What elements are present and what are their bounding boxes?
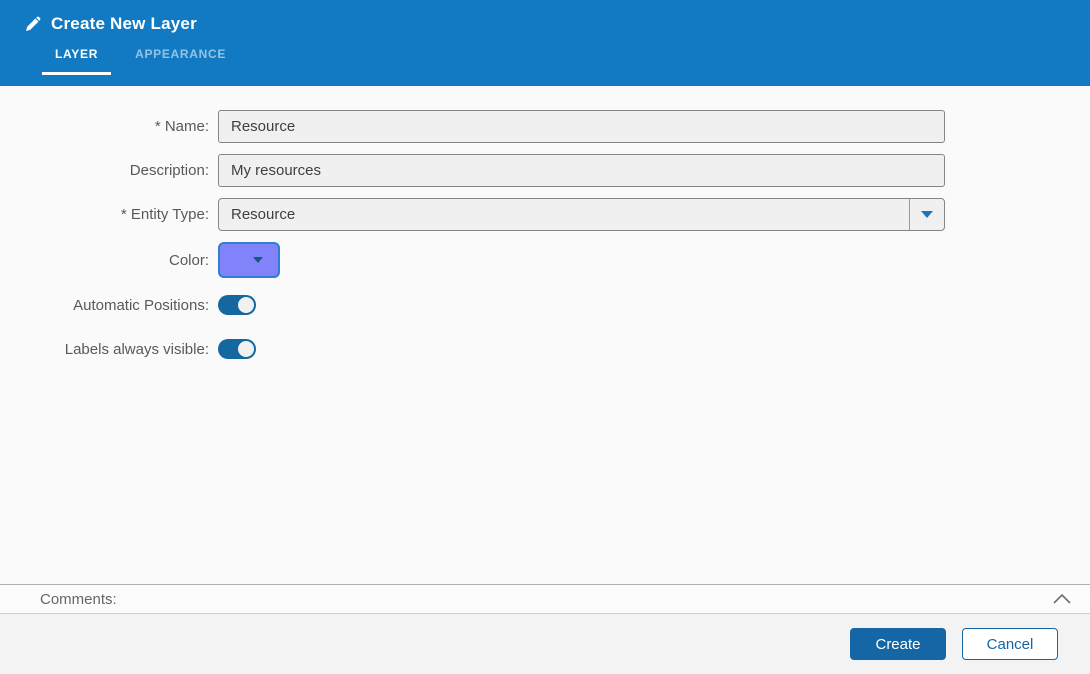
color-label: Color: bbox=[168, 251, 209, 269]
tab-appearance[interactable]: APPEARANCE bbox=[122, 47, 239, 75]
description-input[interactable] bbox=[218, 154, 945, 187]
automatic-positions-toggle[interactable] bbox=[218, 295, 256, 315]
tab-layer[interactable]: LAYER bbox=[42, 47, 112, 75]
cancel-button[interactable]: Cancel bbox=[962, 628, 1058, 660]
toggle-knob bbox=[238, 297, 254, 313]
comments-section: Comments: bbox=[0, 584, 1090, 614]
description-label: Description: bbox=[129, 162, 209, 179]
dialog-footer: Create Cancel bbox=[0, 614, 1090, 674]
chevron-down-icon bbox=[921, 211, 933, 218]
labels-visible-toggle[interactable] bbox=[218, 339, 256, 359]
labels-visible-label: Labels always visible: bbox=[64, 340, 209, 358]
entity-type-dropdown-button[interactable] bbox=[910, 199, 944, 230]
labels-visible-row: Labels always visible: bbox=[0, 339, 1090, 359]
chevron-down-icon bbox=[253, 257, 263, 263]
pencil-icon bbox=[24, 16, 41, 33]
layer-form: * Name: Description: * Entity Type: Reso… bbox=[0, 86, 1090, 584]
toggle-knob bbox=[238, 341, 254, 357]
comments-label: Comments: bbox=[40, 590, 117, 608]
entity-type-select[interactable]: Resource bbox=[218, 198, 945, 231]
dialog-title: Create New Layer bbox=[51, 14, 197, 33]
color-picker-button[interactable] bbox=[218, 242, 280, 278]
tab-bar: LAYER APPEARANCE bbox=[42, 47, 1090, 75]
automatic-positions-row: Automatic Positions: bbox=[0, 295, 1090, 315]
entity-type-row: * Entity Type: Resource bbox=[0, 198, 1090, 231]
comments-collapse-button[interactable] bbox=[1052, 593, 1072, 605]
name-row: * Name: bbox=[0, 110, 1090, 143]
chevron-up-icon bbox=[1053, 593, 1071, 604]
automatic-positions-label: Automatic Positions: bbox=[73, 296, 209, 314]
description-row: Description: bbox=[0, 154, 1090, 187]
dialog-title-row: Create New Layer bbox=[0, 0, 1090, 34]
create-button[interactable]: Create bbox=[850, 628, 946, 660]
entity-type-value: Resource bbox=[219, 199, 910, 230]
entity-type-label: * Entity Type: bbox=[120, 206, 209, 223]
name-input[interactable] bbox=[218, 110, 945, 143]
dialog-header: Create New Layer LAYER APPEARANCE bbox=[0, 0, 1090, 86]
color-row: Color: bbox=[0, 242, 1090, 278]
name-label: * Name: bbox=[154, 118, 209, 135]
